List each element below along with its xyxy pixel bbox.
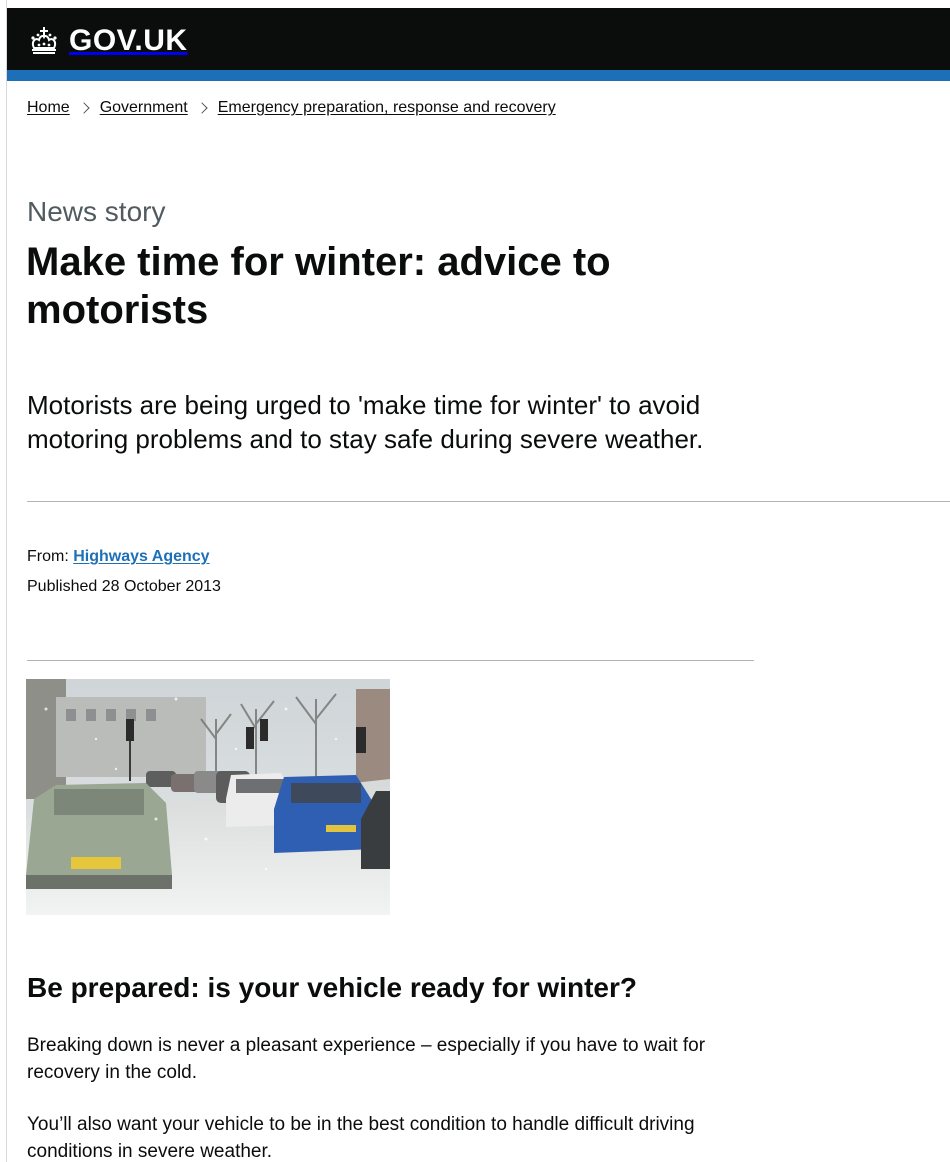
chevron-right-icon (196, 102, 208, 114)
breadcrumb-home[interactable]: Home (27, 99, 70, 117)
govuk-logo-link[interactable]: GOV.UK (27, 24, 188, 58)
snowy-street-traffic-photo (26, 679, 390, 915)
chevron-right-icon (78, 102, 90, 114)
lead-paragraph: Motorists are being urged to 'make time … (27, 390, 704, 454)
page-caption: News story (27, 196, 166, 227)
publication-metadata: From: Highways Agency Published 28 Octob… (27, 542, 221, 602)
published-line: Published 28 October 2013 (27, 572, 221, 602)
from-organisation-link[interactable]: Highways Agency (73, 548, 209, 565)
article-image (26, 679, 390, 915)
published-date: 28 October 2013 (101, 578, 221, 595)
breadcrumb-government[interactable]: Government (100, 99, 188, 117)
govuk-header: GOV.UK (7, 0, 950, 70)
header-blue-bar (7, 70, 950, 81)
page-title: Make time for winter: advice to motorist… (26, 240, 611, 332)
left-border (0, 0, 7, 1162)
govuk-logotype: GOV.UK (69, 24, 188, 57)
body-paragraph: Breaking down is never a pleasant experi… (27, 1035, 706, 1083)
section-heading: Be prepared: is your vehicle ready for w… (27, 972, 637, 1003)
published-label: Published (27, 578, 98, 595)
body-paragraph: You’ll also want your vehicle to be in t… (27, 1114, 695, 1162)
crown-icon (31, 27, 57, 54)
divider (27, 660, 754, 661)
from-label: From: (27, 548, 69, 565)
divider (27, 501, 950, 502)
page: GOV.UK Home Government Emergency prepara… (0, 0, 950, 1162)
breadcrumb-emergency-preparation[interactable]: Emergency preparation, response and reco… (218, 99, 556, 117)
from-line: From: Highways Agency (27, 542, 221, 572)
breadcrumb: Home Government Emergency preparation, r… (27, 99, 556, 117)
